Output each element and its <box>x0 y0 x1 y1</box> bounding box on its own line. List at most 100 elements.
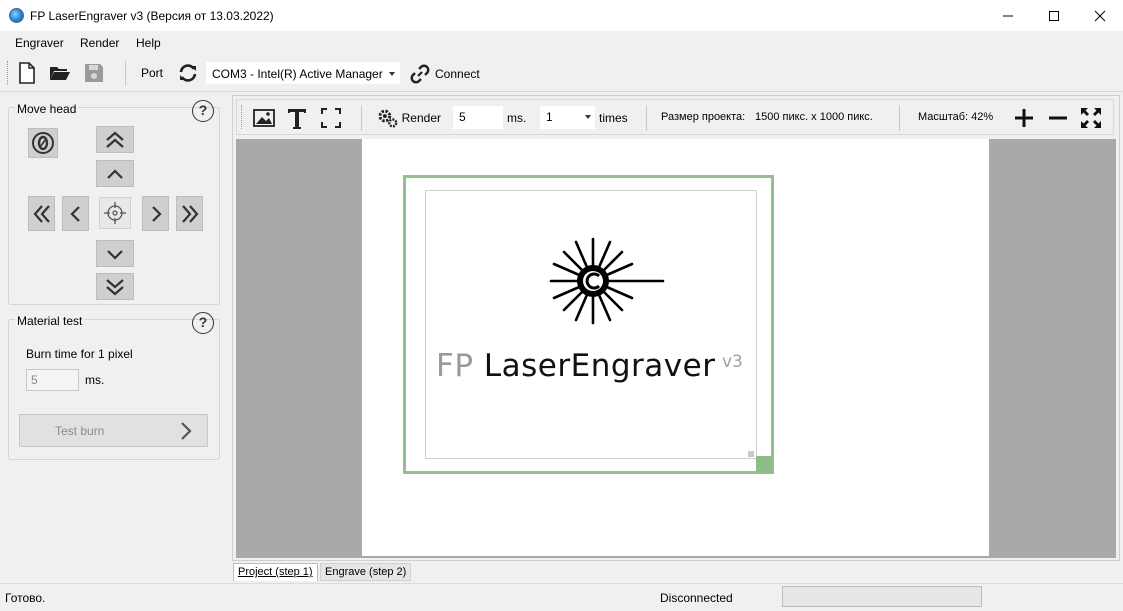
image-icon <box>253 109 275 127</box>
zoom-level: Масштаб: 42% <box>918 111 994 123</box>
logo-wordmark: FP LaserEngraver <box>436 348 715 384</box>
zoom-in-button[interactable] <box>1012 105 1036 131</box>
test-burn-label: Test burn <box>55 424 105 438</box>
connection-status: Disconnected <box>660 591 733 605</box>
connect-button[interactable]: Connect <box>409 61 480 86</box>
logo-version-text: v3 <box>722 352 743 372</box>
port-select-value: COM3 - Intel(R) Active Manager <box>212 67 383 81</box>
app-icon <box>9 8 24 23</box>
zero-icon <box>32 132 54 154</box>
save-button[interactable] <box>83 62 105 84</box>
status-text: Готово. <box>5 591 46 605</box>
burn-time-input[interactable]: 5 <box>26 369 79 391</box>
move-right-fast-button[interactable] <box>176 196 203 231</box>
open-folder-button[interactable] <box>49 62 71 84</box>
render-times-value: 1 <box>546 110 553 124</box>
close-button[interactable] <box>1077 0 1123 31</box>
logo-fp-text: FP <box>436 348 484 384</box>
move-down-fast-button[interactable] <box>96 273 134 300</box>
fit-to-window-button[interactable] <box>1079 105 1103 131</box>
tab-project[interactable]: Project (step 1) <box>233 563 318 581</box>
menu-bar: Engraver Render Help <box>0 32 1123 54</box>
chevron-left-icon <box>69 205 80 222</box>
minus-icon <box>1049 116 1067 120</box>
move-up-button[interactable] <box>96 160 134 187</box>
frame-corners-icon <box>321 108 341 128</box>
tab-engrave[interactable]: Engrave (step 2) <box>320 563 412 581</box>
center-head-button[interactable] <box>99 197 131 229</box>
render-label: Render <box>401 111 441 125</box>
toolbar-grip <box>7 61 10 85</box>
menu-help[interactable]: Help <box>136 36 161 50</box>
burn-time-label: Burn time for 1 pixel <box>26 347 133 361</box>
chevron-up-icon <box>107 168 123 179</box>
double-chevron-up-icon <box>106 131 124 148</box>
burn-time-unit: ms. <box>85 373 105 387</box>
maximize-button[interactable] <box>1031 0 1077 31</box>
connect-label: Connect <box>435 66 480 81</box>
move-left-button[interactable] <box>62 196 89 231</box>
new-file-icon <box>19 62 35 84</box>
new-file-button[interactable] <box>16 62 38 84</box>
chevron-down-icon <box>389 72 395 76</box>
refresh-ports-button[interactable] <box>177 62 199 84</box>
material-test-title: Material test <box>15 314 85 328</box>
image-anchor-handle[interactable] <box>748 451 754 457</box>
main-toolbar: Port COM3 - Intel(R) Active Manager Conn… <box>0 55 1123 92</box>
chevron-right-icon <box>151 205 162 222</box>
add-image-button[interactable] <box>252 105 276 131</box>
move-up-fast-button[interactable] <box>96 126 134 153</box>
menu-render[interactable]: Render <box>80 36 119 50</box>
open-folder-icon <box>50 67 70 80</box>
add-text-button[interactable] <box>285 105 309 131</box>
move-left-fast-button[interactable] <box>28 196 55 231</box>
render-times-label: times <box>599 111 628 125</box>
chevron-down-icon <box>107 249 123 260</box>
logo-name-text: LaserEngraver <box>483 348 716 384</box>
project-size-label: Размер проекта: <box>661 111 746 123</box>
text-icon <box>288 109 306 129</box>
render-times-select[interactable]: 1 <box>540 106 595 129</box>
test-burn-button[interactable]: Test burn <box>19 414 208 447</box>
toolbar-separator <box>125 61 126 86</box>
resize-handle[interactable] <box>756 456 773 473</box>
toolbar-separator <box>646 105 647 131</box>
title-bar: FP LaserEngraver v3 (Версия от 13.03.202… <box>0 0 1123 31</box>
progress-bar <box>782 586 982 607</box>
toolbar-separator <box>361 105 362 131</box>
move-right-button[interactable] <box>142 196 169 231</box>
toolbar-grip <box>241 105 244 129</box>
port-select[interactable]: COM3 - Intel(R) Active Manager <box>206 62 400 84</box>
menu-engraver[interactable]: Engraver <box>15 36 64 50</box>
save-icon <box>85 64 103 82</box>
zoom-out-button[interactable] <box>1046 105 1070 131</box>
crosshair-icon <box>104 202 126 224</box>
move-head-title: Move head <box>15 102 79 116</box>
move-down-button[interactable] <box>96 240 134 267</box>
status-bar: Готово. Disconnected <box>0 583 1123 611</box>
chevron-down-icon <box>585 115 591 119</box>
minimize-icon <box>1003 15 1013 16</box>
refresh-icon <box>179 64 197 82</box>
double-chevron-right-icon <box>181 204 198 223</box>
project-size-value: 1500 пикс. x 1000 пикс. <box>755 111 873 123</box>
chevron-right-icon <box>181 422 192 440</box>
render-ms-unit: ms. <box>507 111 527 125</box>
fit-selection-button[interactable] <box>319 105 343 131</box>
canvas-toolbar: Render 5 ms. 1 times Размер проекта: 150… <box>236 99 1114 135</box>
expand-icon <box>1081 108 1101 128</box>
move-head-help-button[interactable]: ? <box>192 100 214 122</box>
minimize-button[interactable] <box>985 0 1031 31</box>
gears-icon <box>378 109 398 128</box>
double-chevron-down-icon <box>106 278 124 295</box>
render-button[interactable]: Render <box>377 105 441 131</box>
port-label: Port <box>141 66 164 80</box>
toolbar-separator <box>899 105 900 131</box>
close-icon <box>1094 10 1106 21</box>
home-zero-button[interactable] <box>28 128 58 158</box>
window-title: FP LaserEngraver v3 (Версия от 13.03.202… <box>30 9 274 23</box>
material-test-help-button[interactable]: ? <box>192 312 214 334</box>
link-icon <box>410 64 430 83</box>
plus-icon <box>1015 109 1033 127</box>
render-ms-input[interactable]: 5 <box>453 106 503 129</box>
